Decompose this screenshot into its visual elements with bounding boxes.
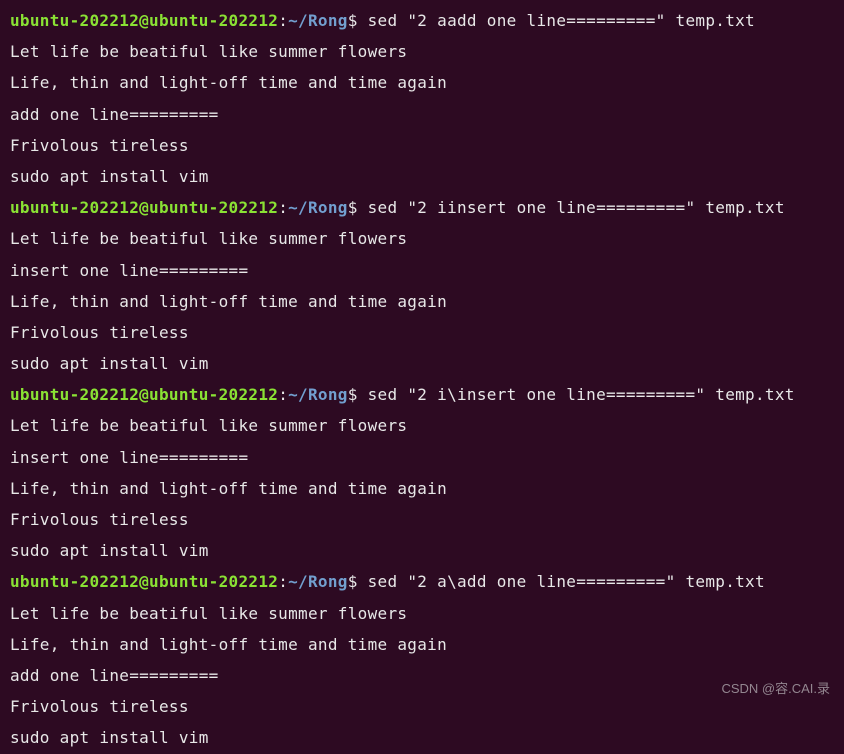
prompt-path: ~/Rong	[288, 198, 348, 217]
output-line: Life, thin and light-off time and time a…	[10, 473, 834, 504]
prompt-line[interactable]: ubuntu-202212@ubuntu-202212:~/Rong$ sed …	[10, 379, 834, 410]
prompt-colon: :	[278, 572, 288, 591]
user-host: ubuntu-202212@ubuntu-202212	[10, 198, 278, 217]
output-line: Let life be beatiful like summer flowers	[10, 598, 834, 629]
prompt-line[interactable]: ubuntu-202212@ubuntu-202212:~/Rong$ sed …	[10, 192, 834, 223]
prompt-dollar: $	[348, 11, 368, 30]
output-line: Frivolous tireless	[10, 317, 834, 348]
output-line: Frivolous tireless	[10, 130, 834, 161]
output-line: Let life be beatiful like summer flowers	[10, 410, 834, 441]
output-line: Let life be beatiful like summer flowers	[10, 223, 834, 254]
prompt-colon: :	[278, 385, 288, 404]
command-text: sed "2 a\add one line=========" temp.txt	[368, 572, 765, 591]
prompt-dollar: $	[348, 385, 368, 404]
output-line: Life, thin and light-off time and time a…	[10, 629, 834, 660]
output-line: insert one line=========	[10, 255, 834, 286]
prompt-dollar: $	[348, 572, 368, 591]
watermark-text: CSDN @容.CAI.录	[721, 676, 830, 701]
output-line: sudo apt install vim	[10, 161, 834, 192]
command-text: sed "2 i\insert one line=========" temp.…	[368, 385, 795, 404]
command-text: sed "2 aadd one line=========" temp.txt	[368, 11, 755, 30]
prompt-line[interactable]: ubuntu-202212@ubuntu-202212:~/Rong$ sed …	[10, 5, 834, 36]
output-line: insert one line=========	[10, 442, 834, 473]
terminal-output: ubuntu-202212@ubuntu-202212:~/Rong$ sed …	[10, 5, 834, 754]
output-line: sudo apt install vim	[10, 348, 834, 379]
prompt-colon: :	[278, 198, 288, 217]
output-line: Frivolous tireless	[10, 504, 834, 535]
output-line: sudo apt install vim	[10, 535, 834, 566]
command-text: sed "2 iinsert one line=========" temp.t…	[368, 198, 785, 217]
prompt-dollar: $	[348, 198, 368, 217]
output-line: Life, thin and light-off time and time a…	[10, 67, 834, 98]
output-line: sudo apt install vim	[10, 722, 834, 753]
output-line: Life, thin and light-off time and time a…	[10, 286, 834, 317]
prompt-path: ~/Rong	[288, 572, 348, 591]
output-line: add one line=========	[10, 660, 834, 691]
prompt-path: ~/Rong	[288, 385, 348, 404]
output-line: add one line=========	[10, 99, 834, 130]
prompt-line[interactable]: ubuntu-202212@ubuntu-202212:~/Rong$ sed …	[10, 566, 834, 597]
output-line: Frivolous tireless	[10, 691, 834, 722]
output-line: Let life be beatiful like summer flowers	[10, 36, 834, 67]
prompt-colon: :	[278, 11, 288, 30]
prompt-path: ~/Rong	[288, 11, 348, 30]
user-host: ubuntu-202212@ubuntu-202212	[10, 385, 278, 404]
user-host: ubuntu-202212@ubuntu-202212	[10, 572, 278, 591]
user-host: ubuntu-202212@ubuntu-202212	[10, 11, 278, 30]
